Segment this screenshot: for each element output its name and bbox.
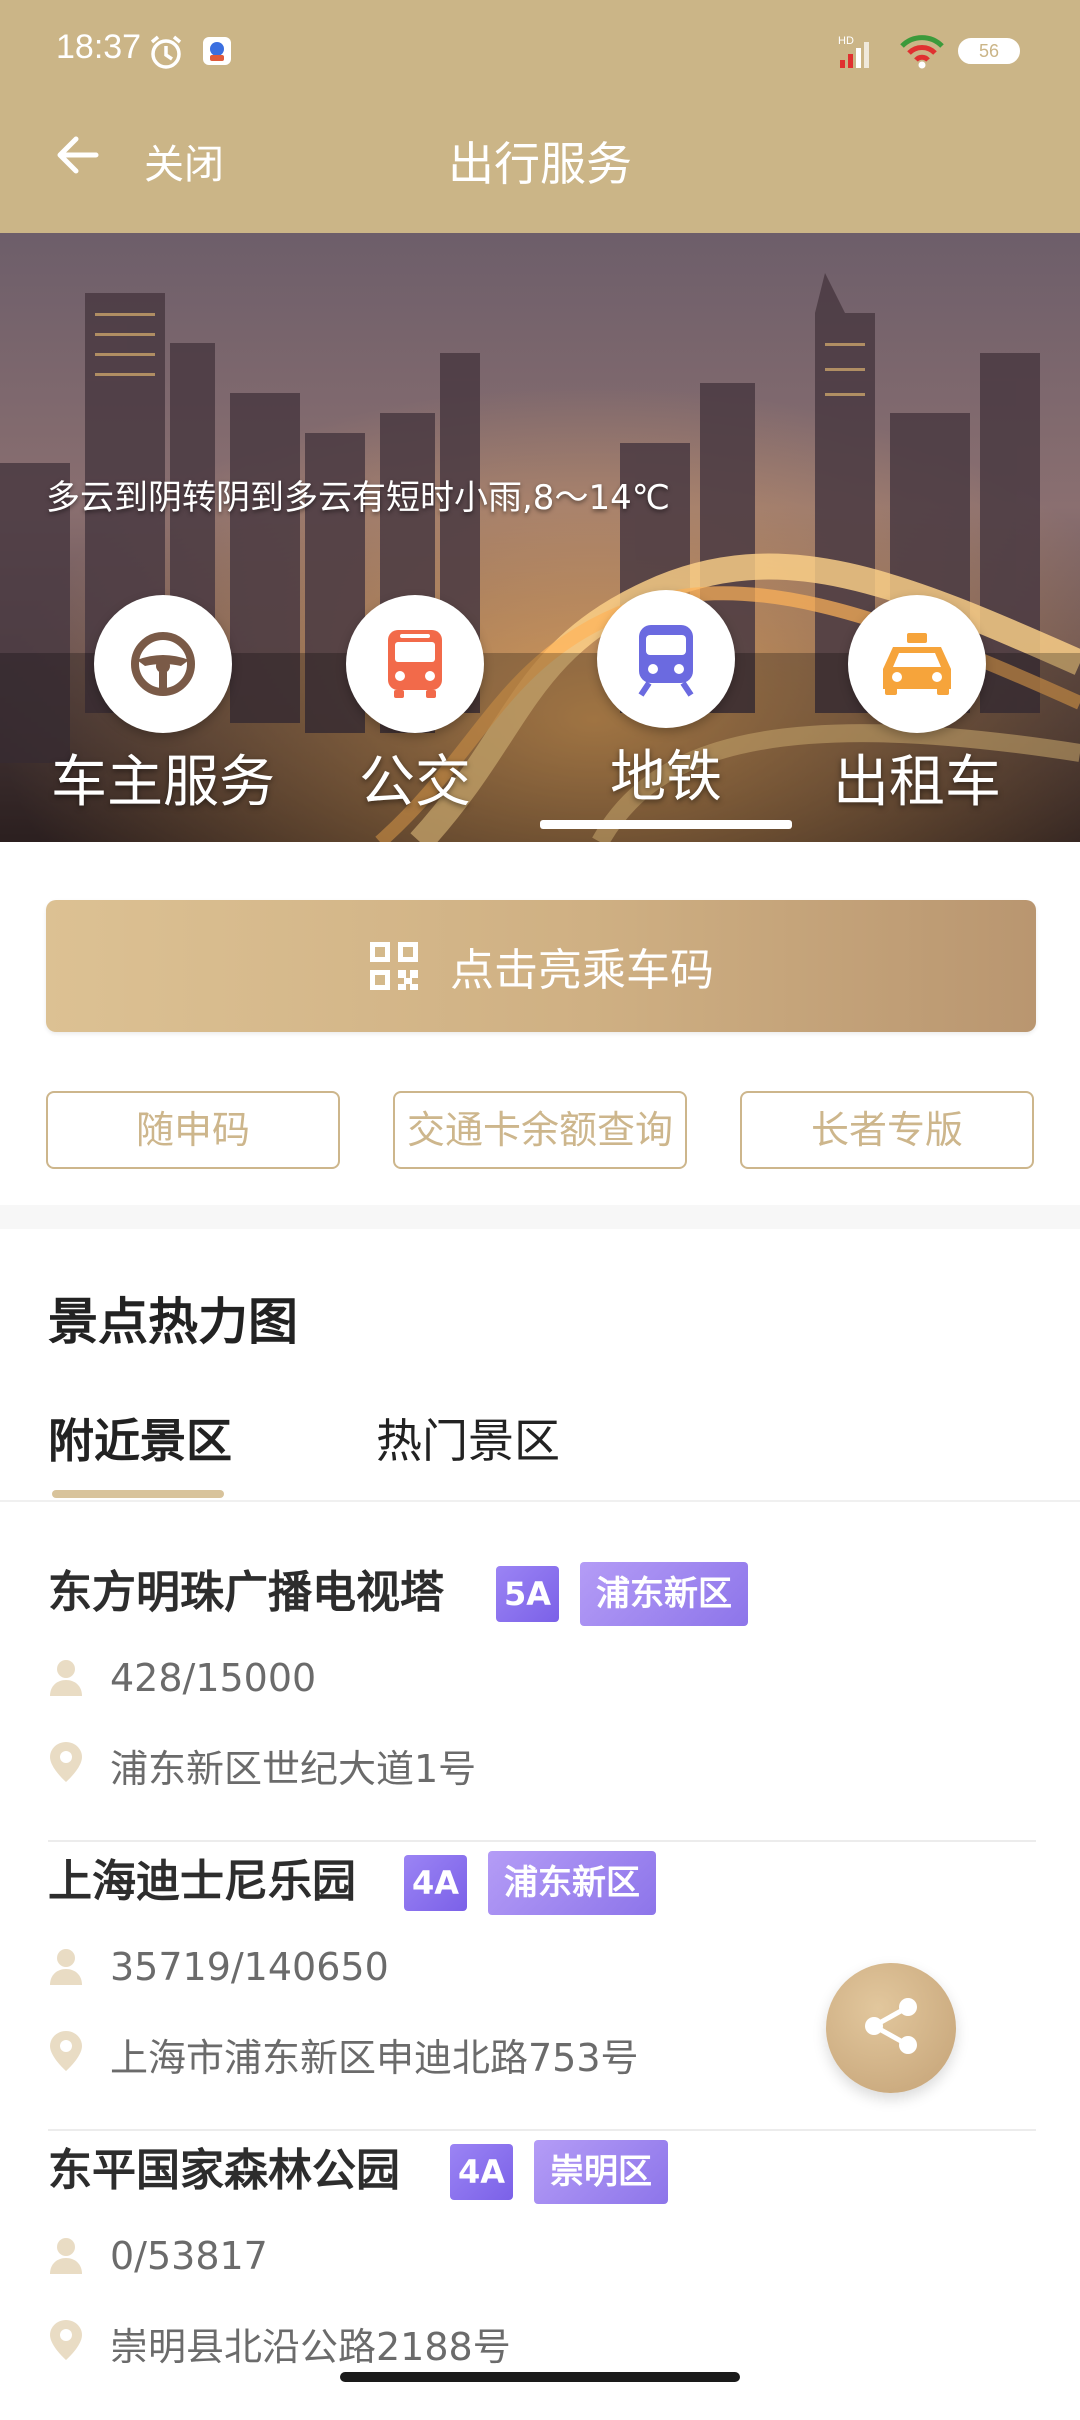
- active-tab-indicator: [52, 1490, 224, 1498]
- location-pin-icon: [48, 1740, 84, 1793]
- svg-text:HD: HD: [838, 35, 854, 47]
- person-icon: [48, 1947, 84, 1996]
- visitor-count: 428/15000: [110, 1656, 317, 1700]
- weather-forecast: 多云到阴转阴到多云有短时小雨,8～14℃: [46, 478, 670, 518]
- metro-icon: [597, 590, 735, 728]
- scenic-name: 上海迪士尼乐园: [48, 1856, 356, 1907]
- district-badge: 浦东新区: [580, 1562, 748, 1626]
- tab-popular-scenic[interactable]: 热门景区: [376, 1405, 560, 1471]
- visitor-count: 35719/140650: [110, 1945, 389, 1989]
- signal-icon: HD: [838, 34, 882, 74]
- address: 浦东新区世纪大道1号: [110, 1747, 477, 1791]
- taxi-icon: [848, 595, 986, 733]
- home-indicator[interactable]: [340, 2372, 740, 2382]
- tab-taxi[interactable]: 出租车: [792, 595, 1042, 818]
- visitor-count: 0/53817: [110, 2234, 268, 2278]
- district-badge: 浦东新区: [488, 1851, 656, 1915]
- show-ride-code-label: 点击亮乘车码: [450, 945, 714, 996]
- suishen-code-button[interactable]: 随申码: [46, 1091, 340, 1169]
- service-label: 车主服务: [51, 750, 275, 815]
- grade-badge: 5A: [496, 1566, 560, 1622]
- assistant-app-icon: [202, 36, 232, 70]
- steering-wheel-icon: [94, 595, 232, 733]
- show-ride-code-button[interactable]: 点击亮乘车码: [46, 900, 1036, 1032]
- share-icon: [856, 1991, 926, 2065]
- alarm-clock-icon: [146, 32, 186, 76]
- status-time: 18:37: [56, 28, 142, 66]
- transit-card-balance-button[interactable]: 交通卡余额查询: [393, 1091, 687, 1169]
- service-label: 地铁: [610, 745, 722, 810]
- person-icon: [48, 1658, 84, 1707]
- tab-metro[interactable]: 地铁: [541, 590, 791, 813]
- scenic-name: 东平国家森林公园: [48, 2145, 400, 2196]
- scenic-list-item[interactable]: 东方明珠广播电视塔 5A 浦东新区 428/15000 浦东新区世纪大道1号: [48, 1556, 1036, 1842]
- grade-badge: 4A: [404, 1855, 468, 1911]
- address: 崇明县北沿公路2188号: [110, 2325, 511, 2369]
- scenic-name: 东方明珠广播电视塔: [48, 1567, 444, 1618]
- divider: [48, 2129, 1036, 2131]
- service-label: 公交: [359, 750, 471, 815]
- bus-icon: [346, 595, 484, 733]
- status-bar: 18:37 HD 56: [0, 0, 1080, 105]
- qr-code-icon: [368, 940, 420, 992]
- location-pin-icon: [48, 2318, 84, 2371]
- page-title: 出行服务: [448, 137, 632, 191]
- person-icon: [48, 2236, 84, 2285]
- section-divider: [0, 1205, 1080, 1229]
- divider: [48, 1840, 1036, 1842]
- wifi-icon: [898, 34, 946, 74]
- district-badge: 崇明区: [534, 2140, 668, 2204]
- divider: [0, 1500, 1080, 1502]
- active-tab-indicator: [540, 820, 792, 829]
- share-button[interactable]: [826, 1963, 956, 2093]
- location-pin-icon: [48, 2029, 84, 2082]
- service-label: 出租车: [833, 750, 1001, 815]
- elderly-mode-button[interactable]: 长者专版: [740, 1091, 1034, 1169]
- address: 上海市浦东新区申迪北路753号: [110, 2036, 639, 2080]
- grade-badge: 4A: [450, 2144, 514, 2200]
- tab-nearby-scenic[interactable]: 附近景区: [48, 1405, 232, 1471]
- tab-bus[interactable]: 公交: [290, 595, 540, 818]
- tab-car-owner-service[interactable]: 车主服务: [38, 595, 288, 818]
- section-title: 景点热力图: [48, 1293, 298, 1351]
- battery-icon: 56: [958, 38, 1020, 64]
